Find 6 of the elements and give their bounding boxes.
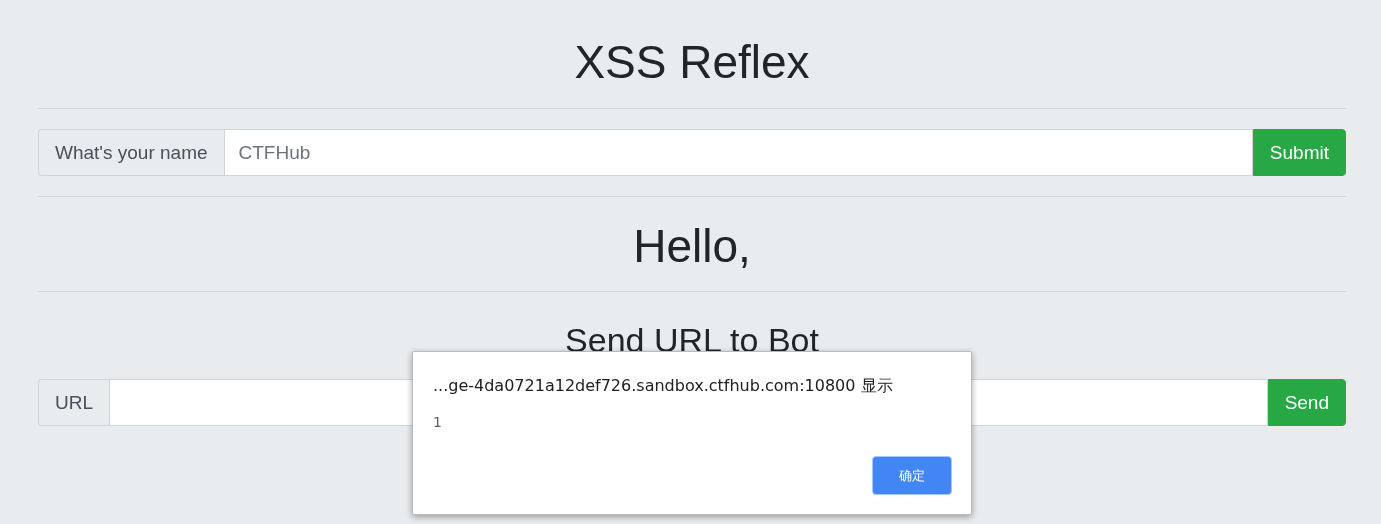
field-label: What's your name bbox=[38, 129, 224, 177]
dialog-message: 1 bbox=[433, 414, 442, 430]
field-label: URL bbox=[38, 379, 109, 427]
greeting-heading: Hello, bbox=[632, 219, 752, 275]
dialog-origin: ...ge-4da0721a12def726.sandbox.ctfhub.com:10800 显示 bbox=[433, 376, 893, 397]
page-title: XSS Reflex bbox=[573, 35, 811, 90]
